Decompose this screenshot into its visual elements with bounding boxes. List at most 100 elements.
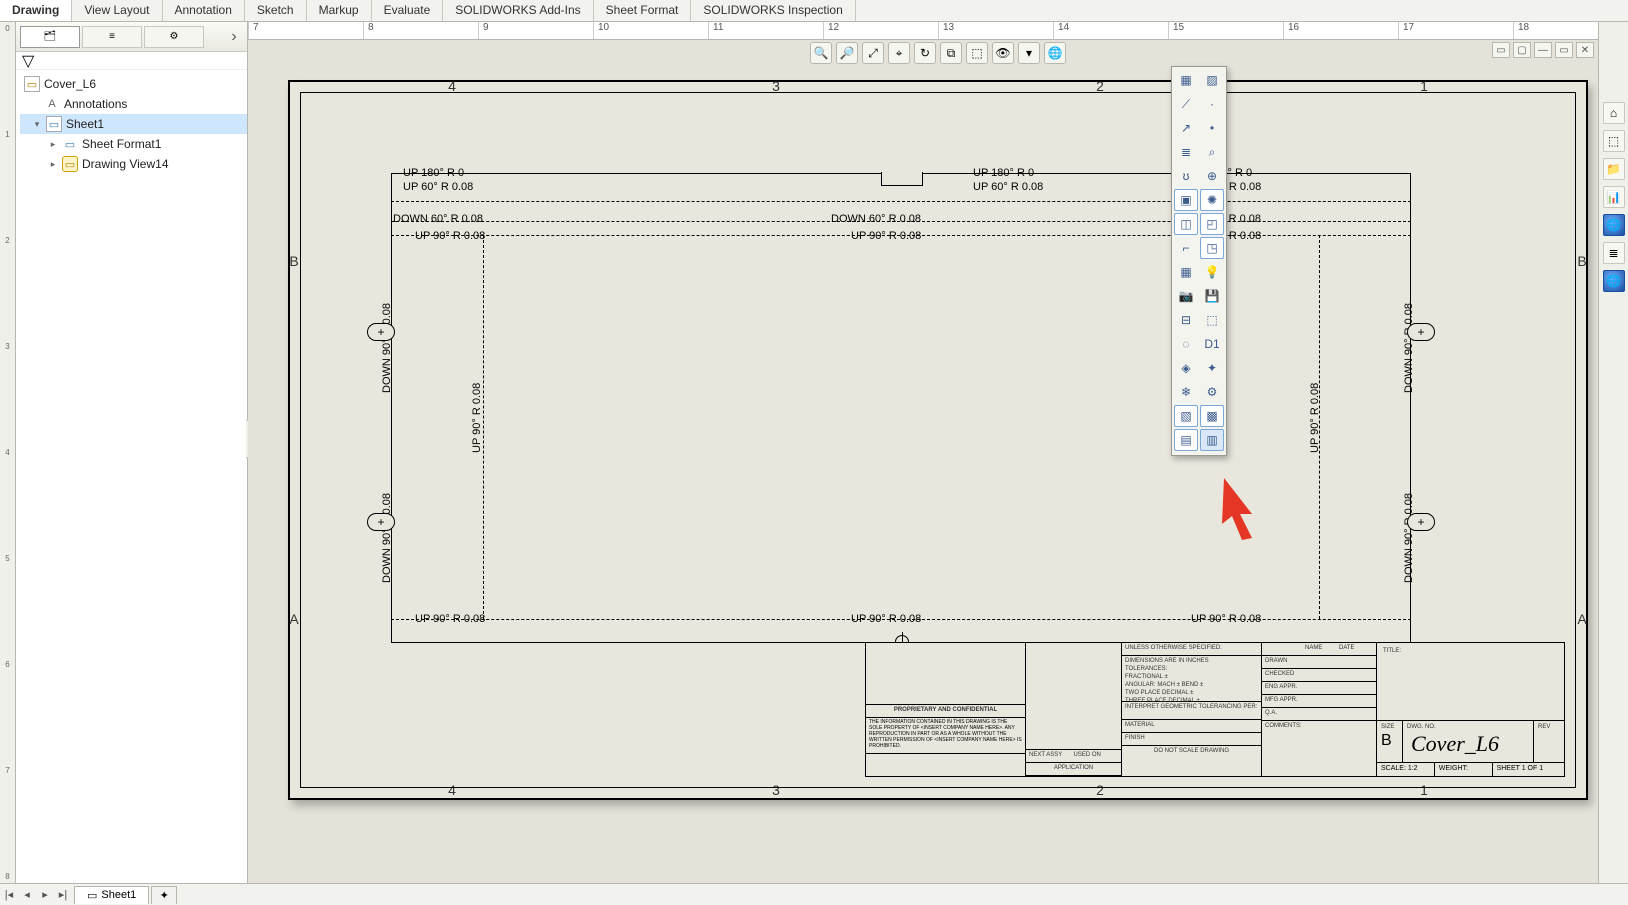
taskpane-tab-1[interactable]: ⬚ bbox=[1603, 130, 1625, 152]
flyout-item-6-1[interactable]: ◰ bbox=[1200, 213, 1224, 235]
tree-root[interactable]: ▭ Cover_L6 bbox=[20, 74, 247, 94]
hud-button-5[interactable]: ⧉ bbox=[940, 42, 962, 64]
ruler-tick: 14 bbox=[1053, 22, 1168, 39]
flyout-item-9-0[interactable]: 📷 bbox=[1174, 285, 1198, 307]
flat-pattern-view[interactable]: UP 180° R 0 UP 60° R 0.08 DOWN 60° R 0.0… bbox=[391, 173, 1411, 643]
window-button-1[interactable]: ▢ bbox=[1513, 42, 1531, 58]
flyout-item-7-1[interactable]: ◳ bbox=[1200, 237, 1224, 259]
sheet-nav-next[interactable]: ▸ bbox=[36, 888, 54, 901]
hud-button-6[interactable]: ⬚ bbox=[966, 42, 988, 64]
taskpane-tab-4[interactable]: 🌐 bbox=[1603, 214, 1625, 236]
flyout-item-2-1[interactable]: • bbox=[1200, 117, 1224, 139]
hud-button-3[interactable]: ⌖ bbox=[888, 42, 910, 64]
flyout-item-1-0[interactable]: ⟋ bbox=[1174, 93, 1198, 115]
taskpane-tab-3[interactable]: 📊 bbox=[1603, 186, 1625, 208]
flyout-item-11-1[interactable]: D1 bbox=[1200, 333, 1224, 355]
sheet-nav-prev[interactable]: ◂ bbox=[18, 888, 36, 901]
flyout-item-7-0[interactable]: ⌐ bbox=[1174, 237, 1198, 259]
feature-manager-tab[interactable]: 🗂 bbox=[20, 26, 80, 48]
cmd-tab-markup[interactable]: Markup bbox=[307, 0, 372, 21]
taskpane-tab-0[interactable]: ⌂ bbox=[1603, 102, 1625, 124]
cmd-tab-sheet-format[interactable]: Sheet Format bbox=[594, 0, 692, 21]
flyout-item-14-0[interactable]: ▧ bbox=[1174, 405, 1198, 427]
tree-sheet[interactable]: ▾ ▭ Sheet1 bbox=[20, 114, 247, 134]
flyout-item-12-0[interactable]: ◈ bbox=[1174, 357, 1198, 379]
flyout-item-1-1[interactable]: · bbox=[1200, 93, 1224, 115]
sheet-nav-first[interactable]: |◂ bbox=[0, 888, 18, 901]
flyout-item-14-1[interactable]: ▩ bbox=[1200, 405, 1224, 427]
drawing-sheet[interactable]: 4321 4321 BA BA bbox=[288, 80, 1588, 800]
add-sheet-button[interactable]: ✦ bbox=[151, 886, 177, 904]
flyout-item-4-1[interactable]: ⊕ bbox=[1200, 165, 1224, 187]
ruler-tick: 8 bbox=[363, 22, 478, 39]
cmd-tab-solidworks-add-ins[interactable]: SOLIDWORKS Add-Ins bbox=[443, 0, 593, 21]
cmd-tab-view-layout[interactable]: View Layout bbox=[72, 0, 162, 21]
flyout-item-5-1[interactable]: ✺ bbox=[1200, 189, 1224, 211]
flyout-item-6-0[interactable]: ◫ bbox=[1174, 213, 1198, 235]
window-button-0[interactable]: ▭ bbox=[1492, 42, 1510, 58]
expand-icon[interactable]: ▸ bbox=[48, 159, 58, 170]
flyout-item-3-1[interactable]: ⌕ bbox=[1200, 141, 1224, 163]
sheet-tab[interactable]: ▭ Sheet1 bbox=[74, 886, 149, 904]
flyout-item-13-1[interactable]: ⚙ bbox=[1200, 381, 1224, 403]
hud-button-1[interactable]: 🔎 bbox=[836, 42, 858, 64]
cmd-tab-sketch[interactable]: Sketch bbox=[245, 0, 307, 21]
flyout-item-8-1[interactable]: 💡 bbox=[1200, 261, 1224, 283]
hud-button-2[interactable]: ⤢ bbox=[862, 42, 884, 64]
tab-feature: + bbox=[367, 513, 395, 531]
collapse-icon[interactable]: ▾ bbox=[32, 119, 42, 130]
sheet-icon: ▭ bbox=[46, 116, 62, 132]
tree-sheet-format[interactable]: ▸ ▭ Sheet Format1 bbox=[20, 134, 247, 154]
taskpane-tab-6[interactable]: 🌐 bbox=[1603, 270, 1625, 292]
command-manager-tabs: DrawingView LayoutAnnotationSketchMarkup… bbox=[0, 0, 1628, 22]
expand-panel-button[interactable]: › bbox=[225, 28, 243, 46]
graphics-area[interactable]: 789101112131415161718 🔍🔎⤢⌖↻⧉⬚👁▾🌐 ▭▢—▭✕ 4… bbox=[248, 22, 1628, 883]
hud-button-7[interactable]: 👁 bbox=[992, 42, 1014, 64]
sheet-tab-label: Sheet1 bbox=[101, 889, 136, 901]
taskpane-tab-5[interactable]: ≣ bbox=[1603, 242, 1625, 264]
flyout-item-2-0[interactable]: ↗ bbox=[1174, 117, 1198, 139]
flyout-item-13-0[interactable]: ❄ bbox=[1174, 381, 1198, 403]
flyout-item-15-1[interactable]: ▥ bbox=[1200, 429, 1224, 451]
bend-line bbox=[391, 201, 1411, 202]
hud-button-9[interactable]: 🌐 bbox=[1044, 42, 1066, 64]
expand-icon[interactable]: ▸ bbox=[48, 139, 58, 150]
flyout-item-0-0[interactable]: ▦ bbox=[1174, 69, 1198, 91]
bend-note: UP 180° R 0 bbox=[973, 167, 1034, 179]
cmd-tab-solidworks-inspection[interactable]: SOLIDWORKS Inspection bbox=[691, 0, 855, 21]
taskpane-tab-2[interactable]: 📁 bbox=[1603, 158, 1625, 180]
flyout-item-12-1[interactable]: ✦ bbox=[1200, 357, 1224, 379]
flyout-item-9-1[interactable]: 💾 bbox=[1200, 285, 1224, 307]
flyout-item-8-0[interactable]: ▦ bbox=[1174, 261, 1198, 283]
tree-annotations[interactable]: A Annotations bbox=[20, 94, 247, 114]
tree-filter[interactable]: ▽ bbox=[16, 52, 247, 70]
flyout-item-5-0[interactable]: ▣ bbox=[1174, 189, 1198, 211]
flyout-item-11-0[interactable]: ◌ bbox=[1174, 333, 1198, 355]
title-cell: TITLE: bbox=[1377, 643, 1564, 720]
window-button-4[interactable]: ✕ bbox=[1576, 42, 1594, 58]
hud-button-4[interactable]: ↻ bbox=[914, 42, 936, 64]
sheet-nav-last[interactable]: ▸| bbox=[54, 888, 72, 901]
flyout-item-10-1[interactable]: ⬚ bbox=[1200, 309, 1224, 331]
flyout-item-0-1[interactable]: ▨ bbox=[1200, 69, 1224, 91]
tree-drawing-view[interactable]: ▸ ▭ Drawing View14 bbox=[20, 154, 247, 174]
child-window-buttons: ▭▢—▭✕ bbox=[1492, 42, 1594, 58]
cmd-tab-drawing[interactable]: Drawing bbox=[0, 0, 72, 21]
bend-note: UP 90° R 0.08 bbox=[1309, 383, 1321, 453]
flyout-item-4-0[interactable]: ʊ bbox=[1174, 165, 1198, 187]
window-button-3[interactable]: ▭ bbox=[1555, 42, 1573, 58]
feature-manager-panel: 🗂 ≡ ⚙ › ▽ ▭ Cover_L6 A Annotations ▾ ▭ S… bbox=[16, 22, 248, 883]
property-manager-tab[interactable]: ≡ bbox=[82, 26, 142, 48]
configuration-manager-tab[interactable]: ⚙ bbox=[144, 26, 204, 48]
window-button-2[interactable]: — bbox=[1534, 42, 1552, 58]
hud-button-0[interactable]: 🔍 bbox=[810, 42, 832, 64]
cmd-tab-evaluate[interactable]: Evaluate bbox=[372, 0, 444, 21]
bend-note: DOWN 90° R 0.08 bbox=[381, 303, 393, 393]
flyout-item-3-0[interactable]: ≣ bbox=[1174, 141, 1198, 163]
ruler-tick: 15 bbox=[1168, 22, 1283, 39]
cmd-tab-annotation[interactable]: Annotation bbox=[163, 0, 245, 21]
flyout-item-10-0[interactable]: ⊟ bbox=[1174, 309, 1198, 331]
hud-button-8[interactable]: ▾ bbox=[1018, 42, 1040, 64]
tree-root-label: Cover_L6 bbox=[44, 77, 96, 91]
flyout-item-15-0[interactable]: ▤ bbox=[1174, 429, 1198, 451]
